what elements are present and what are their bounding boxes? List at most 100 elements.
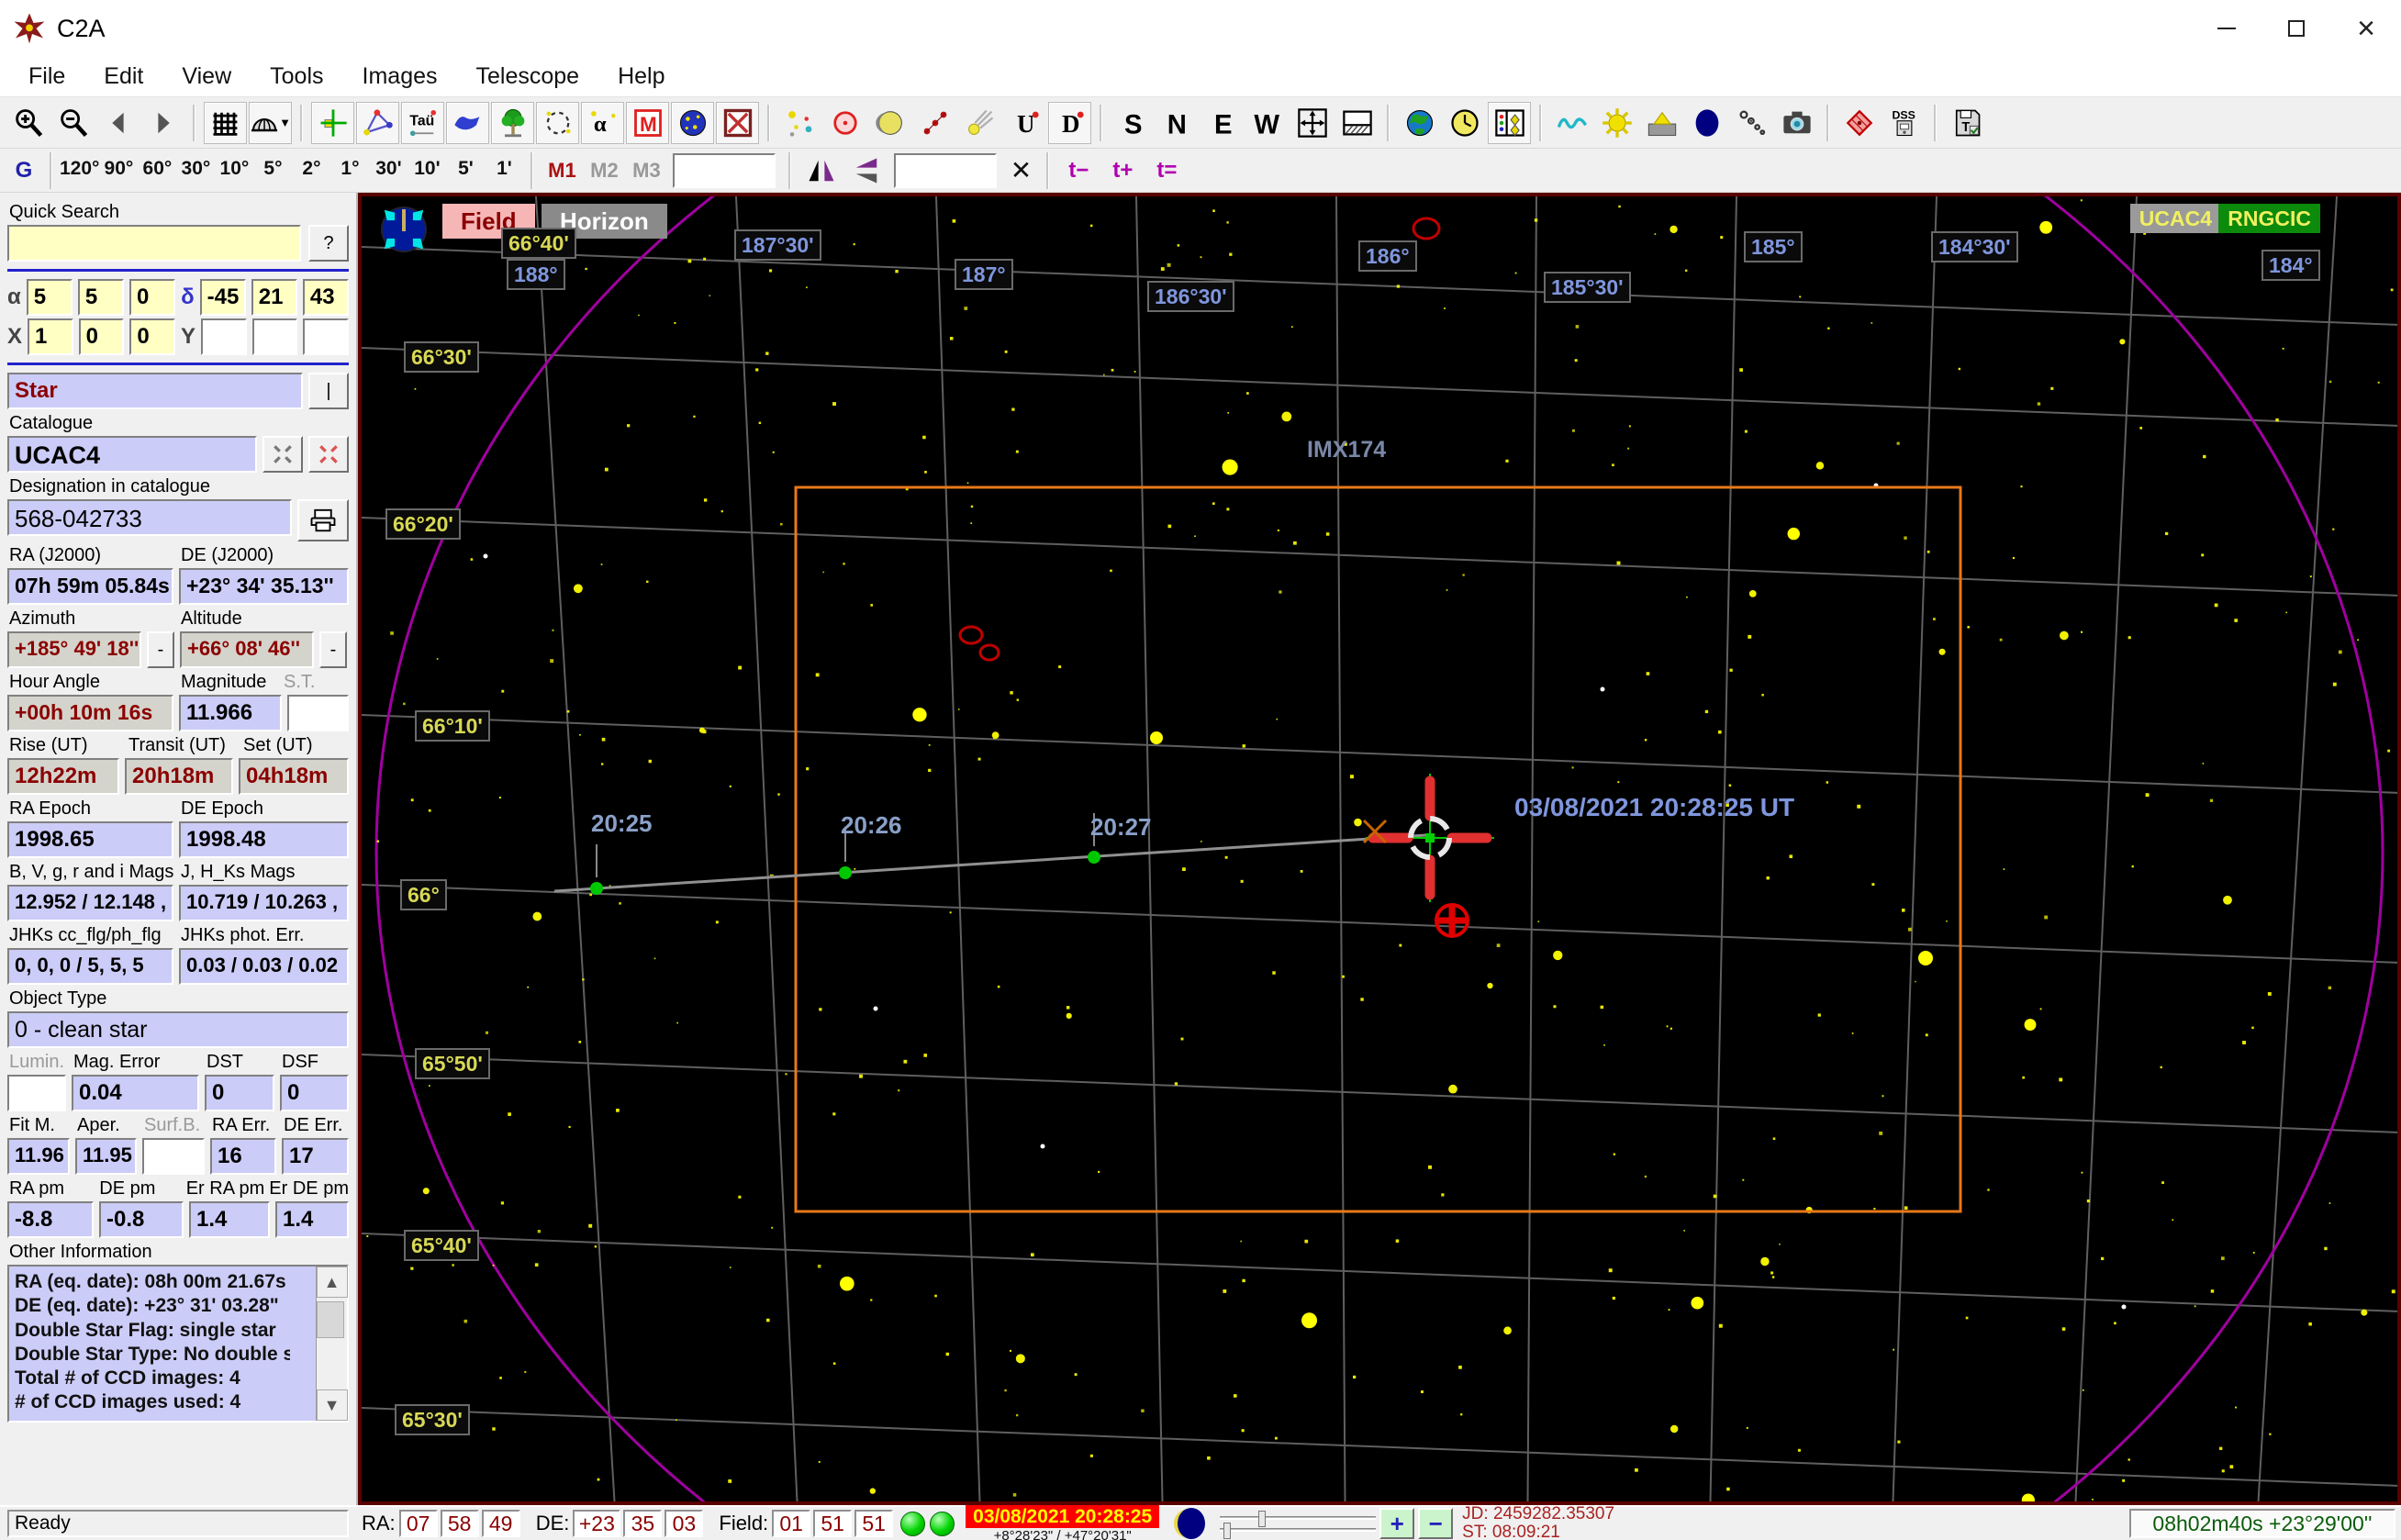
west-button[interactable]: W [1245,101,1289,144]
search-help-button[interactable]: ? [308,225,349,262]
time-step-button-2[interactable]: t= [1145,152,1189,189]
greek-labels-button[interactable]: α [581,101,624,144]
landscape-button[interactable] [491,101,534,144]
ccd-frame-button[interactable] [716,101,759,144]
compass-icon[interactable] [374,200,433,259]
grid-button[interactable] [204,101,247,144]
x2-input[interactable]: 0 [78,318,125,355]
moon-button[interactable] [868,101,911,144]
center-object-button[interactable] [311,101,354,144]
delta-m-input[interactable]: 21 [251,279,297,316]
x1-input[interactable]: 1 [28,318,73,355]
time-settings-button[interactable] [1443,101,1486,144]
sun-button[interactable] [823,101,866,144]
neptune-limit-button[interactable]: D [1048,101,1091,144]
night-mode-button[interactable] [1685,101,1728,144]
cross-arrows-button[interactable] [262,436,303,473]
azimuth-minus-button[interactable]: - [147,631,174,668]
fov-button-2[interactable]: 2° [292,151,331,189]
fov-button-30[interactable]: 30' [369,151,408,189]
dome-horizon-button[interactable]: ▼ [249,101,292,144]
field-circle-button[interactable] [536,101,579,144]
zoom-out-button[interactable] [51,101,95,144]
minimize-button[interactable] [2192,0,2261,57]
fov-button-10[interactable]: 10° [215,151,254,189]
south-button[interactable]: S [1111,101,1154,144]
twilight-button[interactable] [1640,101,1683,144]
y3-input[interactable] [303,318,349,355]
alpha-s-input[interactable]: 0 [128,279,176,316]
sky-chart[interactable]: Field Horizon UCAC4 RNGCIC IMX174 03/08/… [358,193,2401,1505]
time-plus-button[interactable]: + [1379,1508,1415,1539]
fov-button-60[interactable]: 60° [138,151,177,189]
slider-thumb-2[interactable] [1223,1522,1232,1539]
menu-images[interactable]: Images [343,63,457,90]
scroll-down-icon[interactable]: ▼ [316,1389,348,1421]
delta-d-input[interactable]: -45 [199,279,246,316]
menu-telescope[interactable]: Telescope [457,63,599,90]
scroll-up-icon[interactable]: ▲ [316,1267,348,1298]
prev-field-button[interactable] [96,101,140,144]
milky-way-button[interactable] [446,101,489,144]
time-step-button-0[interactable]: t− [1056,152,1100,189]
mark-button-m2[interactable]: M2 [583,152,625,189]
flip-vertical-button[interactable] [844,149,888,192]
listbox-scrollbar[interactable]: ▲ ▼ [316,1267,348,1421]
other-info-listbox[interactable]: RA (eq. date): 08h 00m 21.67s DE (eq. dat… [7,1265,349,1423]
y2-input[interactable] [251,318,298,355]
ccd-red-frame-button[interactable] [1837,101,1881,144]
screenshot-button[interactable] [1775,101,1818,144]
altitude-minus-button[interactable]: - [319,631,347,668]
deep-sky-button[interactable] [671,101,714,144]
x3-input[interactable]: 0 [129,318,175,355]
fov-button-90[interactable]: 90° [99,151,139,189]
pan-view-button[interactable] [1290,101,1334,144]
constellation-names-button[interactable]: Taü [401,101,444,144]
earth-map-button[interactable] [1398,101,1441,144]
menu-tools[interactable]: Tools [251,63,342,90]
slider-thumb-1[interactable] [1258,1510,1267,1527]
menu-view[interactable]: View [162,63,251,90]
slider-track-2[interactable] [1220,1522,1377,1539]
horizon-view-button[interactable] [1335,101,1379,144]
next-field-button[interactable] [141,101,184,144]
east-button[interactable]: E [1200,101,1244,144]
constellation-lines-button[interactable] [356,101,399,144]
mark-button-m1[interactable]: M1 [541,152,583,189]
analemma-button[interactable] [1550,101,1593,144]
telescope-save-button[interactable]: T [1945,101,1988,144]
mark-input[interactable] [673,152,776,188]
fov-button-5[interactable]: 5' [446,151,486,189]
alpha-m-input[interactable]: 5 [77,279,124,316]
north-button[interactable]: N [1156,101,1199,144]
maximize-button[interactable] [2261,0,2331,57]
pin-button[interactable]: | [308,373,349,409]
close-button[interactable]: × [2331,0,2401,57]
slider-track-1[interactable] [1220,1510,1377,1527]
y1-input[interactable] [201,318,247,355]
zoom-in-button[interactable] [6,101,50,144]
delta-s-input[interactable]: 43 [302,279,349,316]
quick-search-input[interactable] [7,225,301,262]
time-step-button-1[interactable]: t+ [1100,152,1145,189]
fov-button-120[interactable]: 120° [60,151,100,189]
menu-edit[interactable]: Edit [84,63,162,90]
asteroids-button[interactable] [913,101,956,144]
scroll-thumb[interactable] [316,1301,344,1338]
fov-button-1[interactable]: 1° [330,151,370,189]
mark-button-m3[interactable]: M3 [625,152,667,189]
cross-arrows-red-button[interactable] [308,436,349,473]
daylight-button[interactable] [1595,101,1638,144]
flip-horizontal-button[interactable] [799,149,843,192]
uranus-limit-button[interactable]: U [1003,101,1046,144]
fov-button-5[interactable]: 5° [253,151,293,189]
dss-download-button[interactable]: DSS [1882,101,1926,144]
guide-g-button[interactable]: G [6,152,42,189]
panels-button[interactable] [1488,101,1531,144]
fov-button-1[interactable]: 1' [485,151,524,189]
menu-help[interactable]: Help [598,63,684,90]
satellites-button[interactable] [1730,101,1773,144]
print-button[interactable] [297,499,349,541]
fov-button-10[interactable]: 10' [408,151,447,189]
filter-input[interactable] [894,152,998,188]
